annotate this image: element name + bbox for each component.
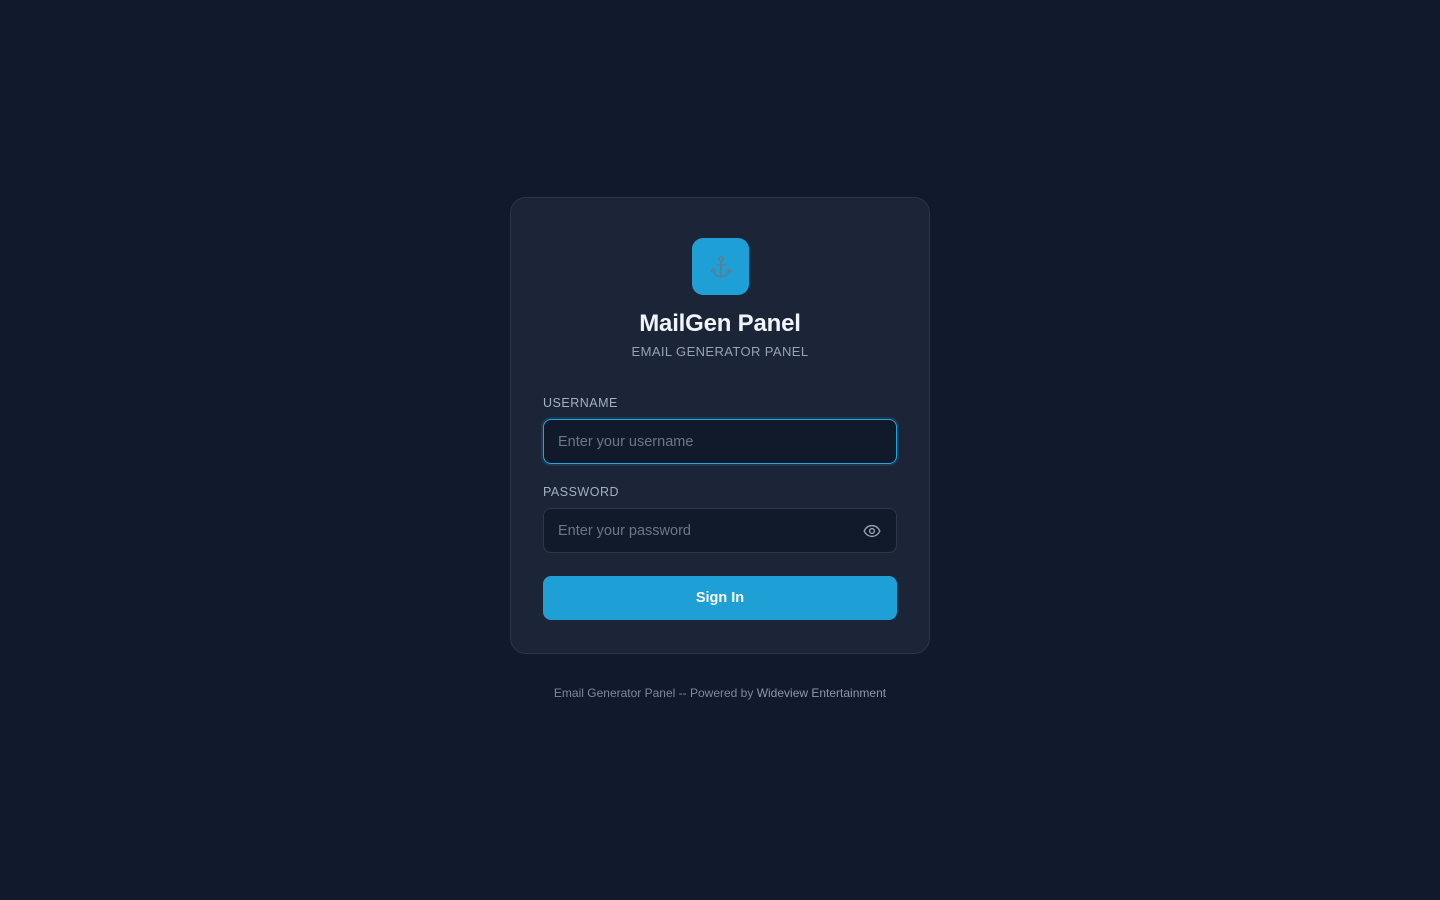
username-field-wrapper (543, 419, 897, 464)
footer-text: Email Generator Panel -- Powered by (553, 686, 757, 700)
password-input[interactable] (544, 509, 896, 552)
username-input[interactable] (544, 420, 896, 463)
password-field-wrapper (543, 508, 897, 553)
footer: Email Generator Panel -- Powered by Wide… (0, 686, 1440, 700)
password-label: PASSWORD (543, 485, 619, 499)
app-subtitle: EMAIL GENERATOR PANEL (631, 344, 809, 359)
eye-icon[interactable] (862, 522, 882, 540)
footer-brand: Wideview Entertainment (756, 686, 887, 700)
sign-in-button[interactable]: Sign In (543, 576, 897, 620)
app-title: MailGen Panel (639, 310, 801, 337)
login-card: MailGen Panel EMAIL GENERATOR PANEL USER… (510, 197, 930, 654)
username-label: USERNAME (543, 396, 618, 410)
anchor-icon (709, 255, 732, 278)
logo (692, 238, 749, 295)
